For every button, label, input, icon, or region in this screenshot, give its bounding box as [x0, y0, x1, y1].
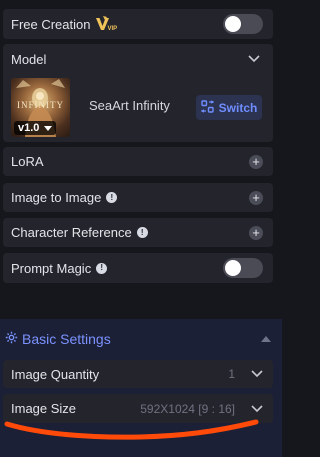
image-to-image-label: Image to Image [11, 190, 102, 205]
basic-settings-title: Basic Settings [22, 331, 111, 347]
version-selector[interactable]: v1.0 [14, 121, 57, 135]
toggle-knob [225, 260, 241, 276]
switch-model-button[interactable]: Switch [196, 95, 262, 120]
model-header[interactable]: Model [11, 51, 260, 67]
lora-label: LoRA [11, 154, 44, 169]
character-reference-label-wrap: Character Reference ! [11, 225, 249, 240]
image-size-label: Image Size [11, 401, 77, 416]
add-image-icon[interactable]: + [249, 190, 263, 205]
gear-icon [5, 331, 18, 347]
image-quantity-label: Image Quantity [11, 366, 100, 382]
image-to-image-row[interactable]: Image to Image ! + [3, 183, 273, 212]
model-section-label: Model [11, 51, 47, 67]
character-reference-label: Character Reference [11, 225, 132, 240]
chevron-down-icon [251, 404, 263, 413]
thumbnail-title: INFINITY [17, 100, 64, 110]
prompt-magic-label-wrap: Prompt Magic ! [11, 261, 223, 276]
info-icon[interactable]: ! [106, 192, 118, 203]
model-thumbnail[interactable]: INFINITY v1.0 [11, 78, 70, 137]
prompt-magic-toggle[interactable] [223, 258, 263, 278]
free-creation-toggle[interactable] [223, 14, 263, 34]
vip-badge-text: VIP [107, 26, 118, 32]
vip-icon: VIP [95, 16, 117, 32]
add-lora-icon[interactable]: + [249, 154, 263, 169]
basic-settings-header[interactable]: Basic Settings [5, 330, 271, 348]
caret-down-icon [44, 125, 53, 131]
version-label: v1.0 [18, 122, 40, 134]
switch-label: Switch [218, 100, 258, 115]
image-quantity-row[interactable]: Image Quantity 1 [3, 360, 273, 388]
collapse-caret-icon[interactable] [261, 336, 271, 342]
image-quantity-value: 1 [228, 367, 235, 381]
free-creation-label-wrap: Free Creation VIP [11, 16, 223, 32]
model-name: SeaArt Infinity [89, 98, 170, 113]
info-icon[interactable]: ! [136, 227, 148, 238]
info-icon[interactable]: ! [96, 262, 108, 274]
image-to-image-label-wrap: Image to Image ! [11, 190, 249, 205]
prompt-magic-row: Prompt Magic ! [3, 253, 273, 283]
lora-row[interactable]: LoRA + [3, 147, 273, 176]
image-size-value: 592X1024 [9 : 16] [140, 401, 235, 416]
add-character-reference-icon[interactable]: + [249, 225, 263, 240]
free-creation-row: Free Creation VIP [3, 9, 273, 39]
chevron-down-icon [251, 370, 263, 378]
prompt-magic-label: Prompt Magic [11, 260, 92, 276]
switch-icon [200, 99, 219, 116]
character-reference-row[interactable]: Character Reference ! + [3, 218, 273, 247]
free-creation-label: Free Creation [11, 16, 91, 32]
image-size-row[interactable]: Image Size 592X1024 [9 : 16] [3, 394, 273, 423]
toggle-knob [225, 16, 241, 32]
chevron-down-icon [248, 55, 260, 63]
